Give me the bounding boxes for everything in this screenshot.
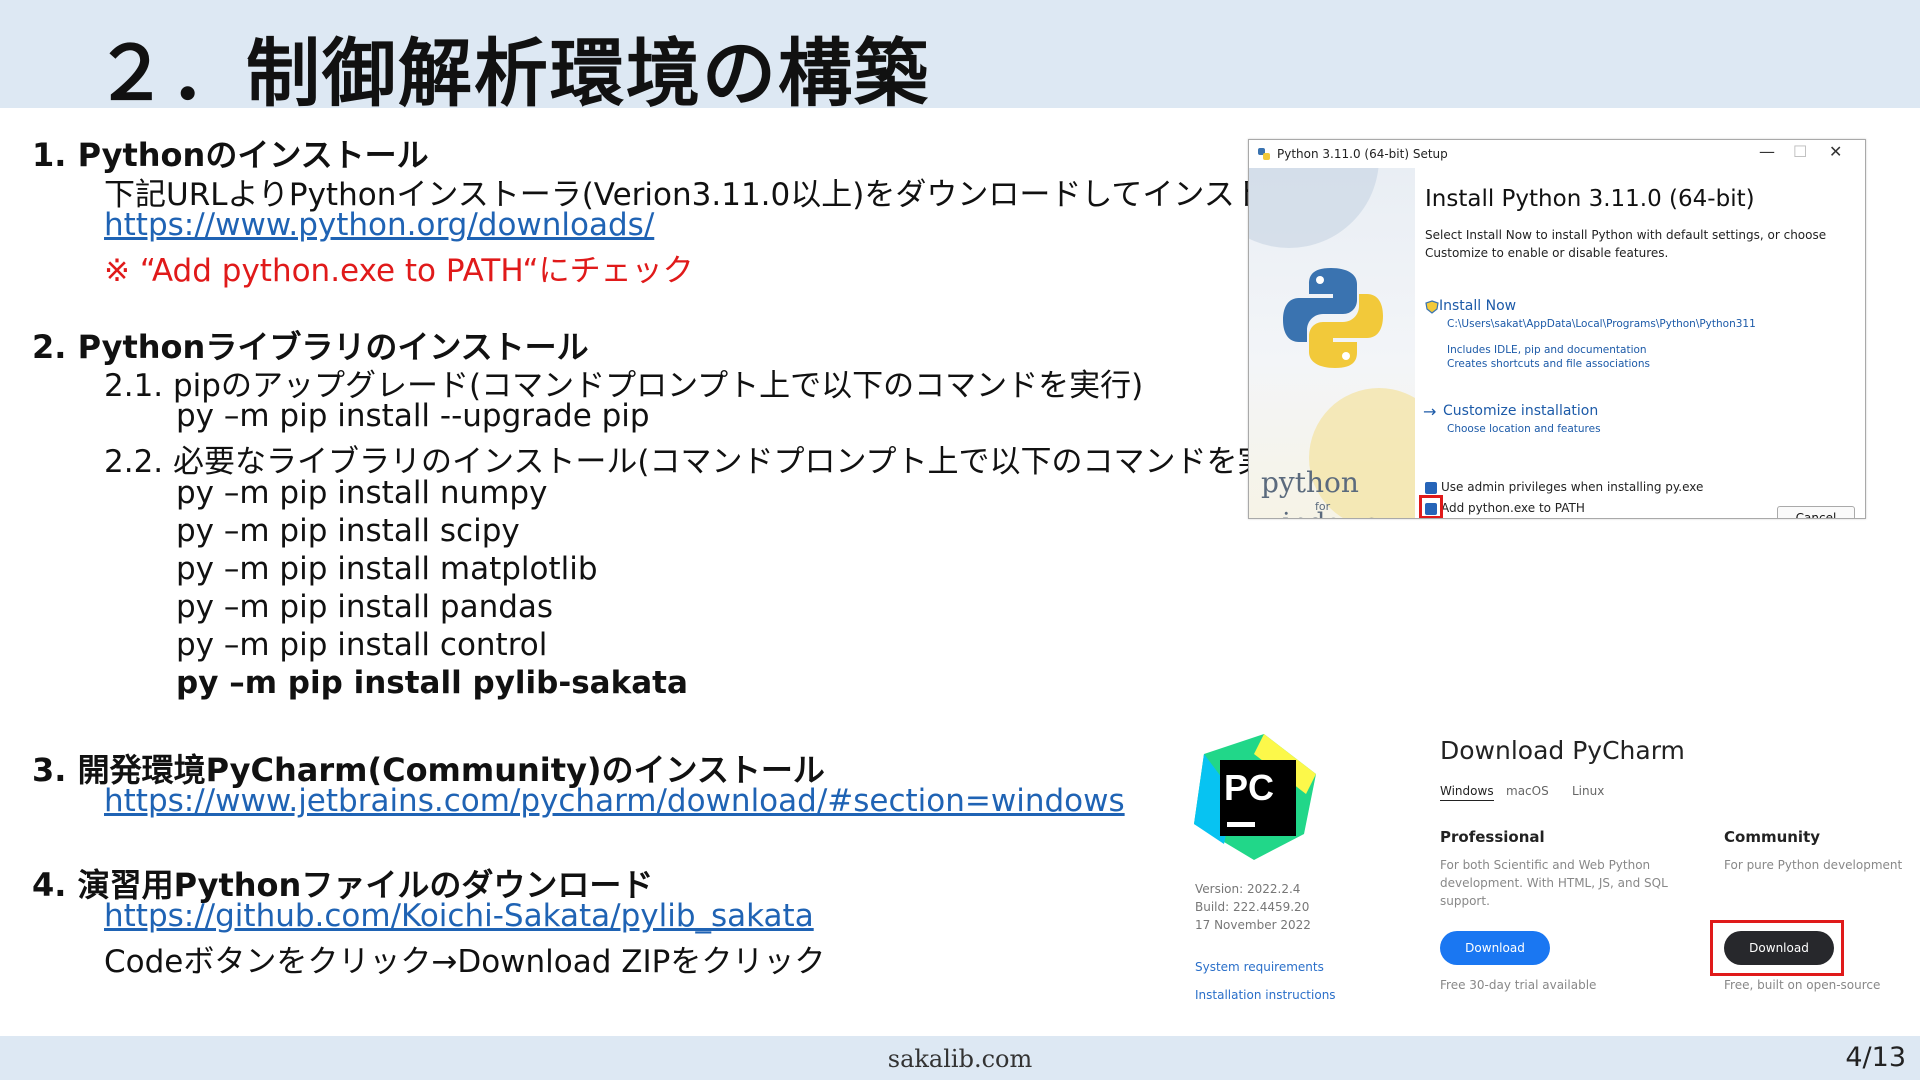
tab-macos[interactable]: macOS — [1506, 784, 1549, 798]
installer-main-pane: Install Python 3.11.0 (64-bit) Select In… — [1415, 168, 1865, 518]
pycharm-download-screenshot: PC Version: 2022.2.4 Build: 222.4459.20 … — [1190, 728, 1910, 1010]
maximize-icon[interactable]: ☐ — [1793, 142, 1807, 161]
add-path-checkbox-label: Add python.exe to PATH — [1441, 501, 1585, 515]
pycharm-download-link[interactable]: https://www.jetbrains.com/pycharm/downlo… — [104, 783, 1125, 819]
pycharm-date: 17 November 2022 — [1195, 918, 1311, 932]
system-requirements-link[interactable]: System requirements — [1195, 960, 1324, 974]
path-note: ※ “Add python.exe to PATH“にチェック — [104, 253, 694, 289]
shield-icon — [1425, 300, 1439, 314]
admin-checkbox-label: Use admin privileges when installing py.… — [1441, 480, 1704, 494]
page-number: 4/13 — [1845, 1042, 1906, 1073]
slide-title: ２．制御解析環境の構築 — [94, 31, 930, 117]
install-command: py –m pip install scipy — [176, 513, 520, 549]
pycharm-logo-icon: PC — [1194, 734, 1316, 860]
professional-download-button[interactable]: Download — [1440, 931, 1550, 965]
installer-titlebar: Python 3.11.0 (64-bit) Setup — ☐ ✕ — [1249, 140, 1865, 168]
install-command: py –m pip install control — [176, 627, 548, 663]
community-foot: Free, built on open-source — [1724, 978, 1881, 992]
pycharm-download-title: Download PyCharm — [1440, 736, 1685, 765]
professional-heading: Professional — [1440, 828, 1545, 846]
community-download-highlight — [1710, 920, 1844, 976]
professional-desc: For both Scientific and Web Python devel… — [1440, 856, 1668, 910]
professional-foot: Free 30-day trial available — [1440, 978, 1597, 992]
python-installer-screenshot: Python 3.11.0 (64-bit) Setup — ☐ ✕ pytho… — [1248, 139, 1866, 519]
professional-desc-line: support. — [1440, 894, 1490, 908]
install-command: py –m pip install numpy — [176, 475, 548, 511]
customize-installation-button[interactable]: Customize installation — [1443, 403, 1598, 419]
close-icon[interactable]: ✕ — [1829, 142, 1842, 161]
pycharm-build: Build: 222.4459.20 — [1195, 900, 1310, 914]
professional-desc-line: development. With HTML, JS, and SQL — [1440, 876, 1668, 890]
minimize-icon[interactable]: — — [1759, 142, 1775, 161]
installer-sidebar: python for windows — [1249, 168, 1415, 518]
community-desc: For pure Python development — [1724, 858, 1903, 872]
install-creates: Creates shortcuts and file associations — [1447, 358, 1650, 370]
python-download-link[interactable]: https://www.python.org/downloads/ — [104, 207, 654, 243]
install-now-button[interactable]: Install Now — [1439, 298, 1516, 314]
footer-site: sakalib.com — [887, 1045, 1033, 1073]
section-4-desc: Codeボタンをクリック→Download ZIPをクリック — [104, 944, 826, 980]
install-command: py –m pip install pandas — [176, 589, 554, 625]
installer-window-title: Python 3.11.0 (64-bit) Setup — [1277, 147, 1448, 161]
python-small-icon — [1258, 148, 1270, 160]
installation-instructions-link[interactable]: Installation instructions — [1195, 988, 1336, 1002]
cancel-button[interactable]: Cancel — [1777, 506, 1855, 518]
tab-linux[interactable]: Linux — [1572, 784, 1604, 798]
install-path: C:\Users\sakat\AppData\Local\Programs\Py… — [1447, 318, 1756, 330]
install-includes: Includes IDLE, pip and documentation — [1447, 344, 1647, 356]
community-heading: Community — [1724, 828, 1821, 846]
admin-checkbox[interactable] — [1425, 482, 1437, 494]
sidebar-python-text: python — [1261, 466, 1359, 499]
arrow-right-icon: → — [1423, 402, 1437, 421]
customize-sub: Choose location and features — [1447, 423, 1601, 435]
install-command-pylib-sakata: py –m pip install pylib-sakata — [176, 665, 688, 701]
professional-desc-line: For both Scientific and Web Python — [1440, 858, 1651, 872]
pycharm-version-info: Version: 2022.2.4 Build: 222.4459.20 17 … — [1195, 880, 1311, 934]
installer-heading: Install Python 3.11.0 (64-bit) — [1425, 186, 1755, 212]
github-link[interactable]: https://github.com/Koichi-Sakata/pylib_s… — [104, 898, 814, 934]
upgrade-pip-command: py –m pip install --upgrade pip — [176, 398, 650, 434]
installer-description: Select Install Now to install Python wit… — [1425, 228, 1827, 260]
add-path-highlight — [1419, 495, 1443, 518]
pycharm-logo-text: PC — [1224, 767, 1274, 808]
tab-windows[interactable]: Windows — [1440, 784, 1494, 801]
pycharm-version: Version: 2022.2.4 — [1195, 882, 1301, 896]
install-command: py –m pip install matplotlib — [176, 551, 598, 587]
sidebar-windows-text: windows — [1259, 508, 1379, 518]
